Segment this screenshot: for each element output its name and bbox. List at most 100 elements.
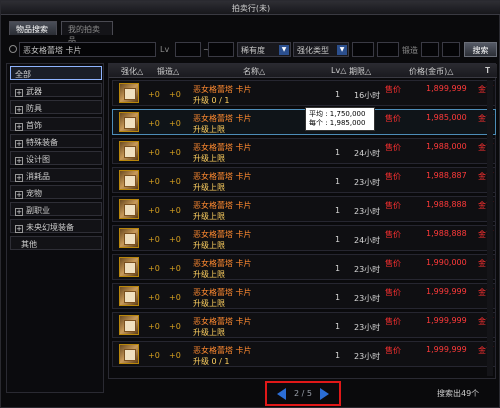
card-item-icon bbox=[119, 315, 139, 335]
card-item-icon bbox=[119, 228, 139, 248]
sidebar-item-label: 其他 bbox=[21, 240, 37, 249]
tab-my-auctions[interactable]: 我的拍卖品 bbox=[61, 21, 113, 45]
sidebar-item-weiyang[interactable]: + 未央幻境装备 bbox=[10, 219, 102, 233]
item-time: 23小时 bbox=[354, 207, 381, 216]
rarity-dropdown[interactable]: 稀有度 ▼ bbox=[237, 42, 291, 57]
sidebar-item-special[interactable]: + 特殊装备 bbox=[10, 134, 102, 148]
lv-max-input[interactable] bbox=[208, 42, 234, 57]
sidebar-item-consumable[interactable]: + 消耗品 bbox=[10, 168, 102, 182]
card-item-icon bbox=[119, 257, 139, 277]
table-row[interactable]: +0 +0 恶女格蕾塔 卡片 升级上限 1 23小时 售价 1,988,887 … bbox=[112, 167, 496, 193]
item-time: 23小时 bbox=[354, 178, 381, 187]
item-name: 恶女格蕾塔 卡片 bbox=[193, 172, 252, 181]
sidebar-item-subjob[interactable]: + 副职业 bbox=[10, 202, 102, 216]
item-upgrade: 升级上限 bbox=[193, 212, 225, 221]
item-upgrade: 升级上限 bbox=[193, 183, 225, 192]
sidebar-item-other[interactable]: 其他 bbox=[10, 236, 102, 250]
enhance-max-input[interactable] bbox=[377, 42, 399, 57]
sidebar-item-armor[interactable]: + 防具 bbox=[10, 100, 102, 114]
sidebar-item-blueprint[interactable]: + 设计图 bbox=[10, 151, 102, 165]
table-row[interactable]: +0 +0 恶女格蕾塔 卡片 升级 0 / 1 1 23小时 售价 1,999,… bbox=[112, 341, 496, 367]
item-price: 1,988,887 bbox=[426, 171, 467, 180]
chevron-down-icon: ▼ bbox=[337, 45, 347, 55]
sidebar-item-label: 副职业 bbox=[26, 206, 50, 215]
lv-label: Lv bbox=[160, 45, 170, 54]
sell-label: 售价 bbox=[385, 201, 401, 210]
expand-icon: + bbox=[15, 157, 23, 165]
pin-icon[interactable]: 𝐓 bbox=[485, 66, 490, 76]
search-bar: 恶女格蕾塔 卡片 Lv ~ 稀有度 ▼ 强化类型 ▼ 锻造 搜索 bbox=[7, 42, 497, 59]
card-item-icon bbox=[119, 83, 139, 103]
tab-item-search[interactable]: 物品搜索 bbox=[9, 21, 57, 35]
item-name: 恶女格蕾塔 卡片 bbox=[193, 85, 252, 94]
sidebar-item-label: 未央幻境装备 bbox=[26, 223, 74, 232]
item-time: 24小时 bbox=[354, 236, 381, 245]
col-time[interactable]: 期限△ bbox=[349, 66, 371, 77]
forge-min-input[interactable] bbox=[421, 42, 439, 57]
table-row[interactable]: +0 +0 恶女格蕾塔 卡片 升级上限 1 23小时 售价 1,999,999 … bbox=[112, 283, 496, 309]
table-row[interactable]: +0 +0 恶女格蕾塔 卡片 升级上限 1 售价 1,985,000 金币 bbox=[112, 109, 496, 135]
sell-label: 售价 bbox=[385, 317, 401, 326]
table-row[interactable]: +0 +0 恶女格蕾塔 卡片 升级上限 1 23小时 售价 1,988,888 … bbox=[112, 196, 496, 222]
forge-value: +0 bbox=[169, 235, 181, 244]
table-row[interactable]: +0 +0 恶女格蕾塔 卡片 升级 0 / 1 1 16小时 售价 1,899,… bbox=[112, 80, 496, 106]
item-price: 1,990,000 bbox=[426, 258, 467, 267]
item-qty: 1 bbox=[335, 264, 341, 273]
results-panel: 强化△ 锻造△ 名称△ Lv△ 期限△ 价格(金币)△ 𝐓 +0 +0 恶女格蕾… bbox=[108, 63, 497, 379]
table-row[interactable]: +0 +0 恶女格蕾塔 卡片 升级上限 1 24小时 售价 1,988,888 … bbox=[112, 225, 496, 251]
search-input[interactable]: 恶女格蕾塔 卡片 bbox=[19, 42, 156, 57]
window-title: 拍卖行(未) bbox=[231, 4, 271, 13]
title-bar: 拍卖行(未) bbox=[1, 1, 500, 15]
sidebar-item-label: 武器 bbox=[26, 87, 42, 96]
item-upgrade: 升级上限 bbox=[193, 299, 225, 308]
forge-max-input[interactable] bbox=[442, 42, 460, 57]
expand-icon: + bbox=[15, 123, 23, 131]
sell-label: 售价 bbox=[385, 346, 401, 355]
expand-icon: + bbox=[15, 191, 23, 199]
item-upgrade: 升级上限 bbox=[193, 241, 225, 250]
col-price[interactable]: 价格(金币)△ bbox=[409, 66, 453, 77]
sidebar-item-weapon[interactable]: + 武器 bbox=[10, 83, 102, 97]
col-name[interactable]: 名称△ bbox=[243, 66, 265, 77]
item-upgrade: 升级上限 bbox=[193, 270, 225, 279]
item-name: 恶女格蕾塔 卡片 bbox=[193, 259, 252, 268]
item-price: 1,988,888 bbox=[426, 229, 467, 238]
expand-icon: + bbox=[15, 89, 23, 97]
sidebar-item-label: 全部 bbox=[15, 70, 31, 79]
col-forge[interactable]: 锻造△ bbox=[157, 66, 179, 77]
sidebar-item-accessory[interactable]: + 首饰 bbox=[10, 117, 102, 131]
expand-icon: + bbox=[15, 225, 23, 233]
forge-label: 锻造 bbox=[402, 46, 418, 55]
results-scrollbar[interactable] bbox=[487, 80, 493, 376]
table-row[interactable]: +0 +0 恶女格蕾塔 卡片 升级上限 1 24小时 售价 1,988,000 … bbox=[112, 138, 496, 164]
enhance-value: +0 bbox=[148, 90, 160, 99]
item-time: 23小时 bbox=[354, 352, 381, 361]
table-row[interactable]: +0 +0 恶女格蕾塔 卡片 升级上限 1 23小时 售价 1,990,000 … bbox=[112, 254, 496, 280]
enhance-value: +0 bbox=[148, 293, 160, 302]
forge-value: +0 bbox=[169, 90, 181, 99]
enhance-value: +0 bbox=[148, 177, 160, 186]
col-lv[interactable]: Lv△ bbox=[331, 66, 346, 75]
next-page-icon[interactable] bbox=[320, 388, 329, 400]
forge-value: +0 bbox=[169, 206, 181, 215]
col-enhance[interactable]: 强化△ bbox=[121, 66, 143, 77]
enhance-min-input[interactable] bbox=[352, 42, 374, 57]
item-qty: 1 bbox=[335, 148, 341, 157]
sidebar-item-pet[interactable]: + 宠物 bbox=[10, 185, 102, 199]
expand-icon: + bbox=[15, 208, 23, 216]
price-tooltip: 平均 : 1,750,000 每个 : 1,985,000 bbox=[305, 107, 375, 131]
search-icon bbox=[9, 45, 17, 53]
lv-min-input[interactable] bbox=[175, 42, 201, 57]
enhance-type-dropdown[interactable]: 强化类型 ▼ bbox=[293, 42, 349, 57]
sidebar-item-label: 设计图 bbox=[26, 155, 50, 164]
card-item-icon bbox=[119, 286, 139, 306]
table-row[interactable]: +0 +0 恶女格蕾塔 卡片 升级上限 1 23小时 售价 1,999,999 … bbox=[112, 312, 496, 338]
chevron-down-icon: ▼ bbox=[279, 45, 289, 55]
sidebar-item-all[interactable]: 全部 bbox=[10, 66, 102, 80]
item-upgrade: 升级上限 bbox=[193, 125, 225, 134]
item-name: 恶女格蕾塔 卡片 bbox=[193, 114, 252, 123]
item-time: 23小时 bbox=[354, 294, 381, 303]
forge-value: +0 bbox=[169, 177, 181, 186]
sell-label: 售价 bbox=[385, 143, 401, 152]
search-button[interactable]: 搜索 bbox=[464, 42, 497, 57]
